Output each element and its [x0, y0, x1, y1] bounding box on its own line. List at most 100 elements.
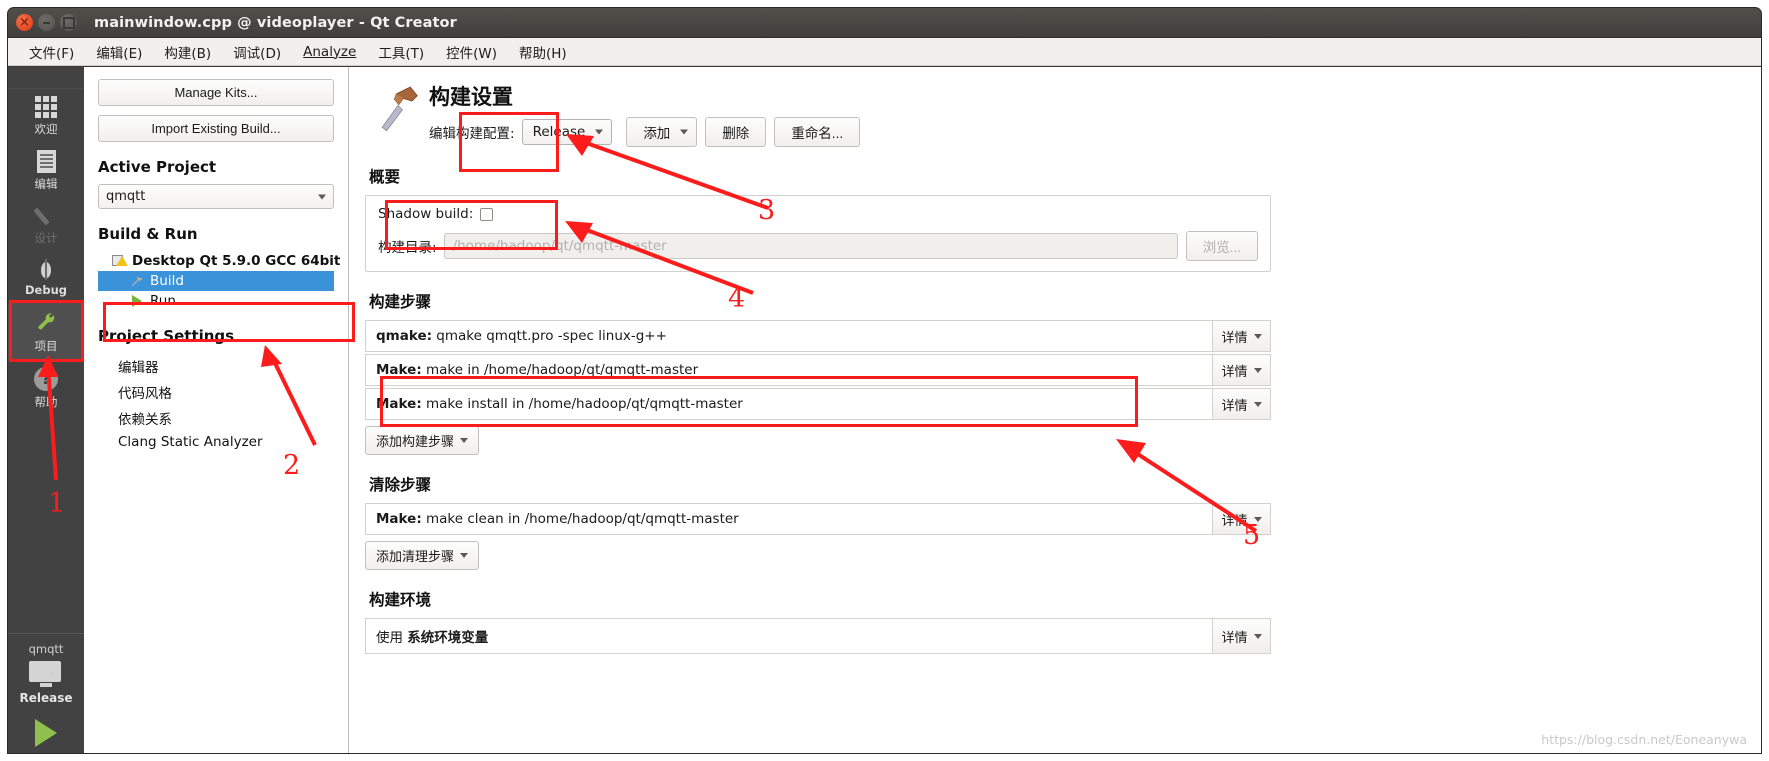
build-step-details-button[interactable]: 详情 — [1212, 321, 1270, 351]
add-build-step-button[interactable]: 添加构建步骤 — [365, 426, 480, 455]
run-triangle-icon[interactable] — [35, 719, 57, 747]
menu-debug[interactable]: 调试(D) — [222, 39, 292, 65]
project-setting-code-style[interactable]: 代码风格 — [98, 379, 334, 405]
build-environment-heading: 构建环境 — [369, 591, 432, 609]
build-environment-prefix: 使用 — [376, 630, 408, 646]
menu-file[interactable]: 文件(F) — [18, 39, 85, 65]
build-step-details-button[interactable]: 详情 — [1212, 355, 1270, 385]
mode-edit-label: 编辑 — [34, 177, 58, 191]
build-step-make-install[interactable]: Make: make install in /home/hadoop/qt/qm… — [365, 388, 1271, 420]
clean-steps-list: Make: make clean in /home/hadoop/qt/qmqt… — [365, 503, 1271, 570]
details-label: 详情 — [1221, 398, 1248, 414]
browse-button[interactable]: 浏览... — [1185, 231, 1258, 261]
menu-help[interactable]: 帮助(H) — [508, 39, 578, 65]
mode-debug[interactable]: Debug — [8, 252, 84, 303]
clean-step-prefix: Make: — [376, 511, 422, 527]
chevron-down-icon — [460, 438, 469, 443]
question-mark-icon: ? — [34, 367, 58, 391]
active-project-combo[interactable]: qmqtt — [98, 184, 334, 209]
mode-selector-bar: 欢迎 编辑 设计 Debug 项目 ? 帮助 qmqtt ▸ Release — [8, 67, 84, 753]
menu-build[interactable]: 构建(B) — [153, 39, 222, 65]
application-window: mainwindow.cpp @ videoplayer - Qt Creato… — [8, 8, 1761, 753]
mode-design: 设计 — [8, 198, 84, 252]
build-step-command: qmake qmqtt.pro -spec linux-g++ — [432, 328, 667, 344]
shadow-build-checkbox[interactable] — [480, 207, 494, 221]
build-steps-heading: 构建步骤 — [369, 293, 432, 311]
rename-config-button[interactable]: 重命名... — [774, 117, 861, 147]
delete-config-button[interactable]: 删除 — [705, 117, 767, 147]
tree-item-kit-label: Desktop Qt 5.9.0 GCC 64bit — [132, 253, 341, 269]
clean-step-make-clean[interactable]: Make: make clean in /home/hadoop/qt/qmqt… — [365, 503, 1271, 535]
build-step-qmake[interactable]: qmake: qmake qmqtt.pro -spec linux-g++ 详… — [365, 320, 1271, 352]
mode-edit[interactable]: 编辑 — [8, 143, 84, 198]
menu-bar: 文件(F) 编辑(E) 构建(B) 调试(D) Analyze 工具(T) 控件… — [8, 38, 1761, 66]
tree-item-kit-desktop[interactable]: Desktop Qt 5.9.0 GCC 64bit — [98, 251, 340, 271]
document-icon — [36, 150, 56, 173]
build-configuration-value: Release — [532, 124, 586, 140]
build-environment-row[interactable]: 使用 系统环境变量 详情 — [365, 618, 1271, 654]
mode-welcome[interactable]: 欢迎 — [8, 89, 84, 143]
wrench-icon — [8, 310, 84, 335]
summary-group: Shadow build: 构建目录: /home/hadoop/qt/qmqt… — [365, 195, 1271, 272]
build-step-make[interactable]: Make: make in /home/hadoop/qt/qmqtt-mast… — [365, 354, 1271, 386]
build-environment-details-button[interactable]: 详情 — [1212, 619, 1270, 653]
monitor-icon: ▸ — [29, 661, 63, 687]
kit-project-name: qmqtt — [28, 642, 64, 656]
details-label: 详情 — [1221, 630, 1248, 646]
project-setting-clang-static-analyzer[interactable]: Clang Static Analyzer — [98, 431, 334, 453]
mode-help[interactable]: ? 帮助 — [8, 360, 84, 416]
mode-debug-label: Debug — [25, 283, 67, 297]
details-label: 详情 — [1221, 330, 1248, 346]
mode-welcome-label: 欢迎 — [34, 122, 58, 136]
chevron-down-icon — [1253, 516, 1262, 522]
add-clean-step-label: 添加清理步骤 — [376, 549, 455, 564]
page-title: 构建设置 — [429, 85, 513, 109]
add-clean-step-button[interactable]: 添加清理步骤 — [365, 541, 480, 570]
build-step-prefix: Make: — [376, 396, 422, 412]
mode-design-label: 设计 — [34, 231, 58, 245]
build-environment-list: 使用 系统环境变量 详情 — [365, 618, 1271, 654]
close-icon[interactable] — [16, 14, 33, 31]
add-config-button[interactable]: 添加 — [626, 117, 698, 147]
clean-step-text: Make: make clean in /home/hadoop/qt/qmqt… — [366, 504, 1212, 534]
mode-projects-label: 项目 — [34, 339, 58, 353]
run-triangle-icon — [132, 295, 142, 307]
build-directory-input[interactable]: /home/hadoop/qt/qmqtt-master — [443, 233, 1178, 259]
clean-step-details-button[interactable]: 详情 — [1212, 504, 1270, 534]
build-environment-summary: 使用 系统环境变量 — [366, 619, 1212, 653]
menu-edit[interactable]: 编辑(E) — [85, 39, 153, 65]
chevron-down-icon — [1253, 401, 1262, 407]
minimize-icon[interactable] — [38, 14, 55, 31]
build-step-prefix: Make: — [376, 362, 422, 378]
mode-help-label: 帮助 — [34, 395, 58, 409]
build-step-text: Make: make in /home/hadoop/qt/qmqtt-mast… — [366, 355, 1212, 385]
chevron-down-icon — [1253, 367, 1262, 373]
mode-projects[interactable]: 项目 — [8, 303, 84, 360]
tree-item-run-label: Run — [150, 293, 176, 309]
kit-selector[interactable]: qmqtt ▸ Release — [8, 633, 84, 753]
project-settings-heading: Project Settings — [98, 327, 235, 345]
add-build-step-label: 添加构建步骤 — [376, 434, 455, 449]
build-configuration-combo[interactable]: Release — [521, 119, 613, 145]
build-step-prefix: qmake: — [376, 328, 433, 344]
menu-widgets[interactable]: 控件(W) — [435, 39, 508, 65]
build-step-details-button[interactable]: 详情 — [1212, 389, 1270, 419]
chevron-down-icon — [595, 129, 604, 135]
hammer-icon — [381, 86, 418, 131]
tree-item-build[interactable]: Build — [98, 271, 334, 291]
menu-tools[interactable]: 工具(T) — [367, 39, 435, 65]
project-setting-dependencies[interactable]: 依赖关系 — [98, 405, 334, 431]
menu-analyze[interactable]: Analyze — [292, 41, 367, 63]
project-setting-editor[interactable]: 编辑器 — [98, 353, 334, 379]
kit-build-configuration: Release — [19, 691, 73, 705]
maximize-icon[interactable] — [60, 14, 77, 31]
chevron-down-icon — [680, 129, 689, 135]
import-existing-build-button[interactable]: Import Existing Build... — [98, 115, 334, 142]
build-settings-header: 构建设置 编辑构建配置: Release 添加 删除 重命名... — [365, 81, 1761, 147]
window-titlebar: mainwindow.cpp @ videoplayer - Qt Creato… — [8, 8, 1761, 38]
manage-kits-button[interactable]: Manage Kits... — [98, 79, 334, 106]
tree-item-run[interactable]: Run — [98, 291, 334, 311]
clean-step-command: make clean in /home/hadoop/qt/qmqtt-mast… — [421, 511, 739, 527]
build-step-command: make in /home/hadoop/qt/qmqtt-master — [421, 362, 699, 378]
details-label: 详情 — [1221, 364, 1248, 380]
